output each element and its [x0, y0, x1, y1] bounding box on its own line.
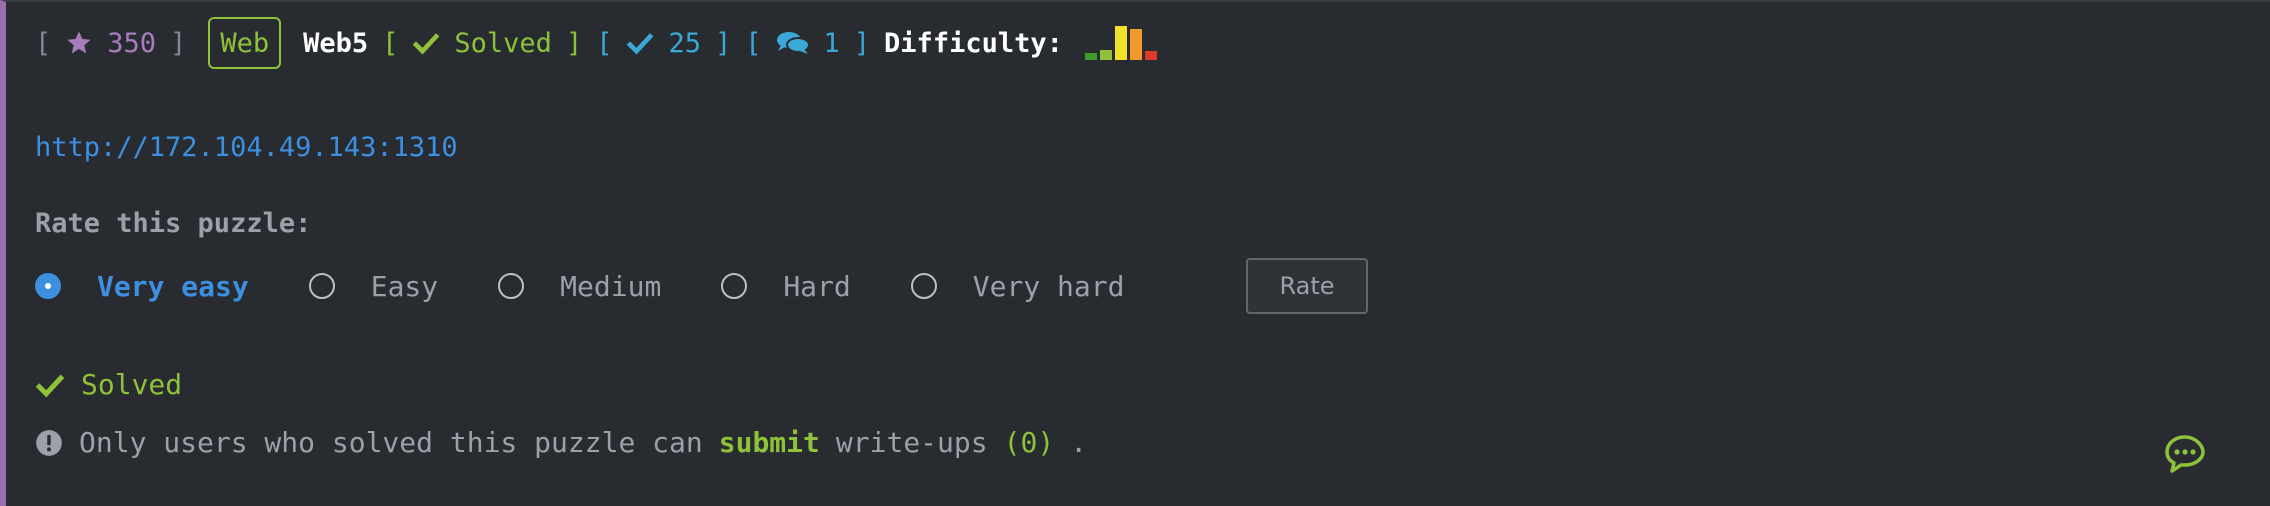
- comments-count: 1: [823, 27, 840, 59]
- puzzle-title: Web5: [303, 27, 369, 59]
- radio-circle[interactable]: [35, 273, 61, 299]
- rating-option-label: Easy: [370, 269, 439, 303]
- rating-options: Very easy Easy Medium Hard Very hard: [35, 258, 1184, 314]
- rating-option-label: Hard: [783, 269, 851, 303]
- difficulty-label: Difficulty:: [884, 27, 1063, 59]
- status-bracket-close: ]: [565, 27, 583, 59]
- writeups-note: Only users who solved this puzzle can su…: [35, 426, 1087, 459]
- rate-button[interactable]: Rate: [1246, 258, 1368, 314]
- radio-circle[interactable]: [910, 273, 937, 299]
- rating-option-label: Very easy: [97, 269, 249, 303]
- rating-option-label: Medium: [560, 269, 662, 303]
- difficulty-bar: [1114, 26, 1127, 60]
- info-exclamation-icon: [36, 429, 62, 456]
- check-icon: [413, 33, 440, 55]
- rating-option[interactable]: Very hard: [910, 269, 1125, 303]
- difficulty-bar: [1099, 50, 1112, 60]
- solves-bracket-open: [: [596, 27, 613, 59]
- writeups-prefix: Only users who solved this puzzle can: [79, 426, 703, 459]
- points-bracket-open: [: [35, 27, 52, 59]
- difficulty-bar: [1144, 51, 1157, 60]
- solves-bracket-close: ]: [714, 27, 732, 59]
- solved-check-icon: [35, 374, 65, 397]
- radio-circle[interactable]: [498, 273, 525, 299]
- category-tag[interactable]: Web: [208, 17, 282, 69]
- difficulty-bar: [1084, 53, 1097, 60]
- status-bracket-open: [: [382, 27, 399, 59]
- points-bracket-close: ]: [170, 27, 187, 59]
- rate-heading: Rate this puzzle:: [35, 208, 312, 239]
- comments-icon: [776, 32, 810, 54]
- rating-option[interactable]: Hard: [721, 269, 851, 303]
- solved-label: Solved: [81, 368, 183, 401]
- puzzle-header: [ 350 ] Web Web5 [ Solved ] [ 25 ] [ 1 ]…: [35, 14, 1157, 72]
- submit-link[interactable]: submit: [719, 426, 820, 459]
- writeups-count: (0): [1003, 426, 1055, 459]
- solves-check-icon: [627, 33, 654, 55]
- difficulty-bar: [1129, 29, 1142, 60]
- chat-icon[interactable]: [2164, 434, 2206, 474]
- star-icon: [67, 31, 91, 54]
- radio-circle[interactable]: [721, 273, 748, 299]
- rating-option[interactable]: Medium: [498, 270, 661, 303]
- comments-bracket-close: ]: [853, 27, 871, 59]
- rating-option-label: Very hard: [972, 269, 1125, 303]
- difficulty-meter: [1084, 26, 1157, 60]
- solved-status: Solved: [35, 368, 182, 401]
- radio-circle[interactable]: [308, 273, 335, 299]
- puzzle-link[interactable]: http://172.104.49.143:1310: [35, 132, 458, 163]
- writeups-end: .: [1070, 426, 1088, 459]
- solves-count: 25: [668, 27, 701, 59]
- comments-bracket-open: [: [745, 27, 762, 59]
- rating-option[interactable]: Very easy: [35, 270, 249, 303]
- status-label: Solved: [454, 27, 552, 59]
- writeups-suffix: write-ups: [835, 426, 988, 459]
- points-value: 350: [107, 27, 157, 59]
- rating-option[interactable]: Easy: [308, 269, 439, 303]
